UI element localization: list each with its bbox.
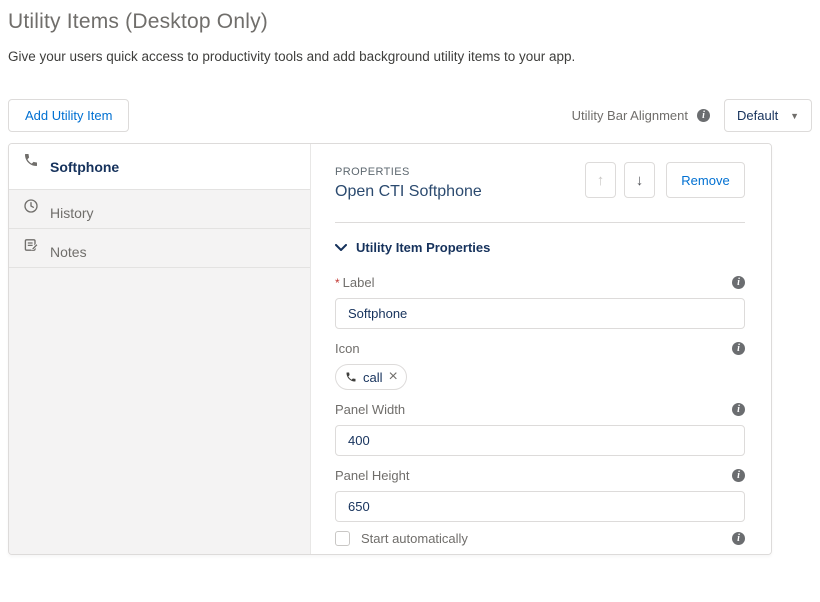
panel-width-input[interactable] xyxy=(335,425,745,456)
utility-bar-card: Softphone History Notes xyxy=(8,143,772,555)
tab-label: Softphone xyxy=(50,159,119,175)
remove-button[interactable]: Remove xyxy=(666,162,745,198)
start-automatically-checkbox[interactable] xyxy=(335,531,350,546)
clock-icon xyxy=(23,198,39,214)
arrow-down-icon: ↓ xyxy=(636,172,644,189)
tab-softphone[interactable]: Softphone xyxy=(9,144,310,190)
panel-height-label: Panel Height xyxy=(335,468,409,483)
note-icon xyxy=(23,237,39,253)
label-row: Icon i xyxy=(335,341,745,356)
remove-icon[interactable]: × xyxy=(389,370,398,384)
phone-icon xyxy=(345,371,357,383)
label-input[interactable] xyxy=(335,298,745,329)
tab-label: Notes xyxy=(50,244,87,260)
panel-width-field: Panel Width i xyxy=(335,402,745,456)
properties-eyebrow: PROPERTIES xyxy=(335,166,482,178)
info-icon[interactable]: i xyxy=(732,276,745,289)
move-up-button[interactable]: ↑ xyxy=(585,162,616,198)
icon-pill-value: call xyxy=(363,370,383,385)
alignment-dropdown[interactable]: Default ▼ xyxy=(724,99,812,132)
label-field-label: *Label xyxy=(335,275,374,290)
utility-bar-alignment-label: Utility Bar Alignment xyxy=(572,108,688,123)
properties-header: PROPERTIES Open CTI Softphone ↑ ↓ Remove xyxy=(335,166,745,201)
move-down-button[interactable]: ↓ xyxy=(624,162,655,198)
panel-width-label: Panel Width xyxy=(335,402,405,417)
utility-item-list-filler xyxy=(9,268,310,554)
start-automatically-field: Start automatically i xyxy=(335,531,745,555)
phone-icon xyxy=(23,152,39,168)
required-indicator: * xyxy=(335,276,340,290)
header-divider xyxy=(335,222,745,223)
label-row: *Label i xyxy=(335,275,745,290)
info-icon[interactable]: i xyxy=(732,469,745,482)
chevron-down-icon xyxy=(335,244,347,252)
info-icon[interactable]: i xyxy=(732,403,745,416)
info-icon[interactable]: i xyxy=(697,109,710,122)
tab-notes[interactable]: Notes xyxy=(9,229,310,268)
page-subtitle: Give your users quick access to producti… xyxy=(8,49,812,64)
utility-item-properties-section-toggle[interactable]: Utility Item Properties xyxy=(335,240,745,255)
label-field: *Label i xyxy=(335,275,745,329)
tab-label: History xyxy=(50,205,94,221)
properties-form: *Label i Icon i call × xyxy=(335,275,745,555)
label-row: Panel Height i xyxy=(335,468,745,483)
icon-field: Icon i call × xyxy=(335,341,745,390)
start-automatically-label: Start automatically xyxy=(361,531,732,546)
utility-items-page: Utility Items (Desktop Only) Give your u… xyxy=(0,0,820,602)
alignment-dropdown-value: Default xyxy=(737,108,778,123)
utility-item-list: Softphone History Notes xyxy=(9,144,311,554)
toolbar: Add Utility Item Utility Bar Alignment i… xyxy=(8,99,812,132)
arrow-up-icon: ↑ xyxy=(597,172,605,189)
icon-pill[interactable]: call × xyxy=(335,364,407,390)
selected-item-title: Open CTI Softphone xyxy=(335,183,482,201)
item-action-buttons: ↑ ↓ Remove xyxy=(585,162,745,198)
info-icon[interactable]: i xyxy=(732,342,745,355)
info-icon[interactable]: i xyxy=(732,532,745,545)
panel-height-input[interactable] xyxy=(335,491,745,522)
icon-field-label: Icon xyxy=(335,341,360,356)
tab-history[interactable]: History xyxy=(9,190,310,229)
properties-heading: PROPERTIES Open CTI Softphone xyxy=(335,166,482,201)
panel-height-field: Panel Height i xyxy=(335,468,745,522)
add-utility-item-button[interactable]: Add Utility Item xyxy=(8,99,129,132)
label-row: Panel Width i xyxy=(335,402,745,417)
section-title: Utility Item Properties xyxy=(356,240,490,255)
chevron-down-icon: ▼ xyxy=(790,111,799,121)
page-title: Utility Items (Desktop Only) xyxy=(8,10,812,34)
utility-bar-alignment-group: Utility Bar Alignment i Default ▼ xyxy=(572,99,812,132)
properties-panel: PROPERTIES Open CTI Softphone ↑ ↓ Remove xyxy=(311,144,771,554)
